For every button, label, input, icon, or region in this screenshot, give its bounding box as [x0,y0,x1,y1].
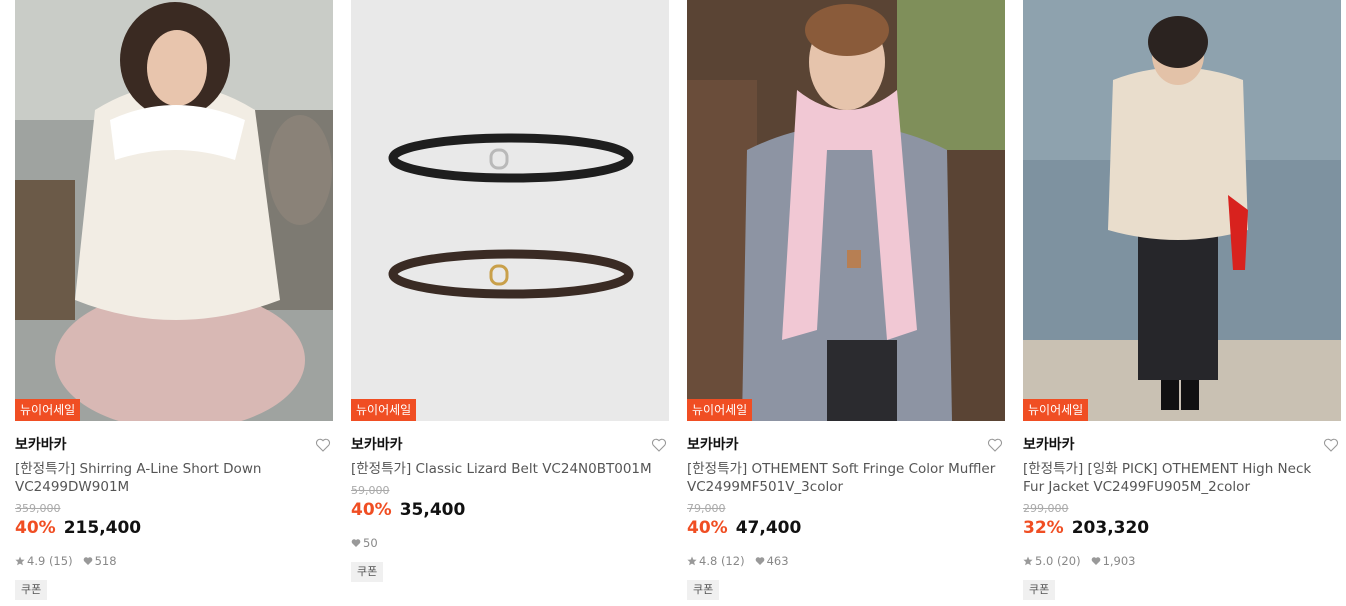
product-title[interactable]: [한정특가] Shirring A-Line Short Down VC2499… [15,460,325,496]
heart-small-icon [1091,557,1100,565]
heart-icon[interactable] [987,437,1003,453]
like-count: 518 [94,554,117,568]
sale-price: 215,400 [63,518,142,538]
heart-icon[interactable] [1323,437,1339,453]
sale-badge: 뉴이어세일 [687,399,753,421]
discount-rate: 40% [351,500,392,520]
sale-price: 47,400 [735,518,802,538]
brand-name[interactable]: 보카바카 [1023,436,1341,454]
rating: 5.0 (20) [1035,554,1081,568]
product-card[interactable]: 뉴이어세일 보카바카 [한정특가] Classic Lizard Belt VC… [351,0,669,582]
like-count: 1,903 [1102,554,1136,568]
like-count: 50 [363,536,378,550]
product-grid: 뉴이어세일 보카바카 [한정특가] Shirring A-Line Short … [0,0,1346,606]
product-image[interactable]: 뉴이어세일 [15,0,333,421]
heart-small-icon [83,557,92,565]
like-count: 463 [766,554,789,568]
product-card[interactable]: 뉴이어세일 보카바카 [한정특가] OTHEMENT Soft Fringe C… [687,0,1005,600]
sale-badge: 뉴이어세일 [351,399,417,421]
brand-name[interactable]: 보카바카 [15,436,333,454]
original-price: 59,000 [351,484,390,497]
product-card[interactable]: 뉴이어세일 보카바카 [한정특가] [잉화 PICK] OTHEMENT Hig… [1023,0,1341,600]
sale-badge: 뉴이어세일 [15,399,81,421]
discount-rate: 40% [15,518,56,538]
discount-rate: 32% [1023,518,1064,538]
coupon-tag: 쿠폰 [15,580,48,600]
product-photo-belts [351,0,669,421]
product-title[interactable]: [한정특가] OTHEMENT Soft Fringe Color Muffle… [687,460,997,496]
heart-icon[interactable] [651,437,667,453]
star-icon [687,556,697,566]
original-price: 79,000 [687,502,726,515]
product-photo-fur-jacket [1023,0,1341,421]
coupon-tag: 쿠폰 [351,562,384,582]
product-photo-down-jacket [15,0,333,421]
product-card[interactable]: 뉴이어세일 보카바카 [한정특가] Shirring A-Line Short … [15,0,333,600]
discount-rate: 40% [687,518,728,538]
product-photo-muffler [687,0,1005,421]
rating: 4.9 (15) [27,554,73,568]
product-image[interactable]: 뉴이어세일 [351,0,669,421]
star-icon [15,556,25,566]
coupon-tag: 쿠폰 [687,580,720,600]
coupon-tag: 쿠폰 [1023,580,1056,600]
heart-small-icon [755,557,764,565]
sale-badge: 뉴이어세일 [1023,399,1089,421]
rating: 4.8 (12) [699,554,745,568]
original-price: 359,000 [15,502,61,515]
heart-small-icon [351,539,361,547]
brand-name[interactable]: 보카바카 [351,436,669,454]
product-image[interactable]: 뉴이어세일 [1023,0,1341,421]
star-icon [1023,556,1033,566]
heart-icon[interactable] [315,437,331,453]
brand-name[interactable]: 보카바카 [687,436,1005,454]
sale-price: 203,320 [1071,518,1150,538]
product-image[interactable]: 뉴이어세일 [687,0,1005,421]
product-title[interactable]: [한정특가] Classic Lizard Belt VC24N0BT001M [351,460,661,478]
product-title[interactable]: [한정특가] [잉화 PICK] OTHEMENT High Neck Fur … [1023,460,1333,496]
original-price: 299,000 [1023,502,1069,515]
sale-price: 35,400 [399,500,466,520]
